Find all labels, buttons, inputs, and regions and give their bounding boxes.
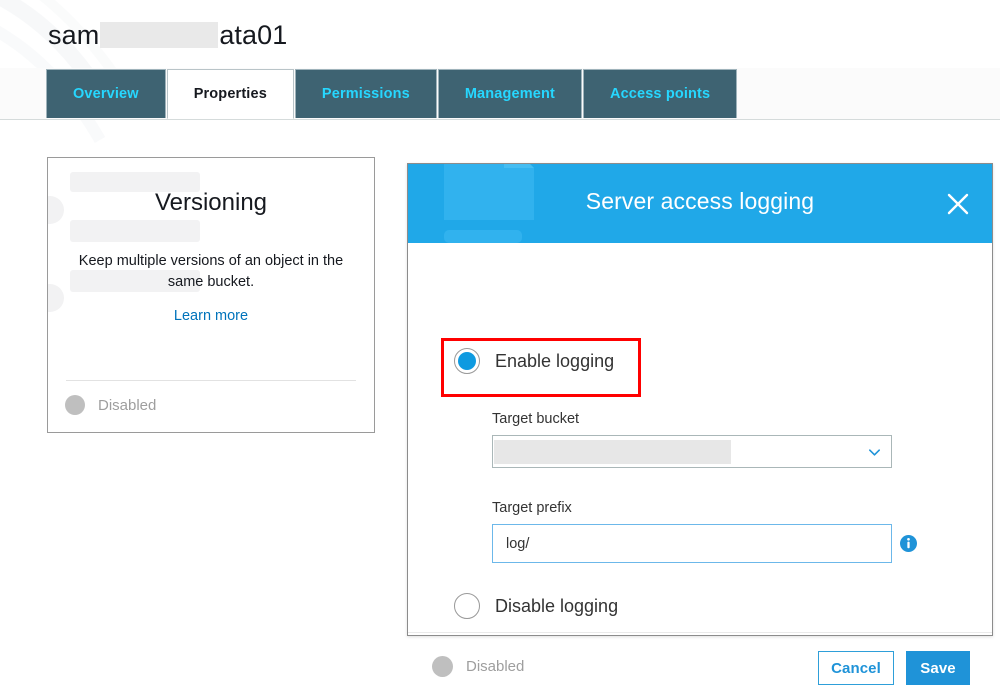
- tab-overview[interactable]: Overview: [46, 69, 166, 118]
- target-prefix-input[interactable]: [492, 524, 892, 563]
- server-access-logging-modal: Server access logging Enable logging Tar…: [407, 163, 993, 685]
- cancel-button-label: Cancel: [831, 659, 881, 677]
- target-bucket-select[interactable]: [492, 435, 892, 468]
- target-bucket-label: Target bucket: [492, 411, 580, 427]
- radio-disable-logging-icon[interactable]: [454, 593, 480, 619]
- radio-enable-logging-icon[interactable]: [454, 348, 480, 374]
- modal-status-dot-icon: [432, 656, 453, 677]
- tab-properties[interactable]: Properties: [166, 69, 294, 119]
- tab-management-label: Management: [464, 86, 555, 102]
- radio-enable-logging-label: Enable logging: [495, 350, 615, 371]
- page-title-prefix: sam: [48, 20, 100, 50]
- modal-status: Disabled: [432, 656, 524, 677]
- card-redaction-bar-2: [70, 220, 200, 242]
- radio-disable-logging[interactable]: Disable logging: [454, 593, 618, 619]
- page-title-suffix: ata01: [219, 20, 288, 50]
- learn-more-link[interactable]: Learn more: [48, 308, 374, 324]
- modal-status-label: Disabled: [466, 658, 525, 675]
- chevron-down-icon: [869, 449, 880, 456]
- page-title-redaction: [100, 22, 219, 48]
- versioning-card-title: Versioning: [154, 189, 268, 216]
- versioning-card-description: Keep multiple versions of an object in t…: [78, 253, 344, 290]
- save-button-label: Save: [920, 659, 956, 677]
- modal-header: Server access logging: [408, 164, 992, 243]
- modal-actions: Cancel Save: [818, 651, 970, 685]
- tab-management[interactable]: Management: [437, 69, 582, 118]
- radio-enable-logging[interactable]: Enable logging: [454, 348, 614, 374]
- tab-permissions-label: Permissions: [321, 86, 410, 102]
- target-bucket-value-redaction: [494, 440, 731, 464]
- versioning-status-label: Disabled: [98, 396, 157, 414]
- tab-access-points[interactable]: Access points: [582, 69, 738, 118]
- target-prefix-label: Target prefix: [492, 500, 572, 516]
- info-icon[interactable]: [900, 535, 917, 552]
- page-title: sam ata01: [48, 18, 287, 51]
- tab-properties-label: Properties: [193, 86, 267, 102]
- close-icon[interactable]: [942, 188, 974, 220]
- modal-title: Server access logging: [585, 188, 815, 214]
- status-dot-icon: [65, 395, 85, 415]
- versioning-card[interactable]: Versioning Keep multiple versions of an …: [47, 157, 375, 433]
- save-button[interactable]: Save: [906, 651, 970, 685]
- modal-body: Enable logging Target bucket Target pref…: [408, 243, 992, 685]
- tab-overview-label: Overview: [73, 86, 139, 102]
- modal-footer-divider: [408, 632, 992, 633]
- tab-list: Overview Properties Permissions Manageme…: [46, 68, 738, 119]
- tab-permissions[interactable]: Permissions: [294, 69, 437, 118]
- tab-strip: Overview Properties Permissions Manageme…: [0, 68, 1000, 120]
- versioning-status: Disabled: [65, 395, 156, 415]
- tab-access-points-label: Access points: [609, 86, 711, 102]
- card-divider: [66, 380, 356, 381]
- cancel-button[interactable]: Cancel: [818, 651, 894, 685]
- radio-disable-logging-label: Disable logging: [495, 595, 619, 616]
